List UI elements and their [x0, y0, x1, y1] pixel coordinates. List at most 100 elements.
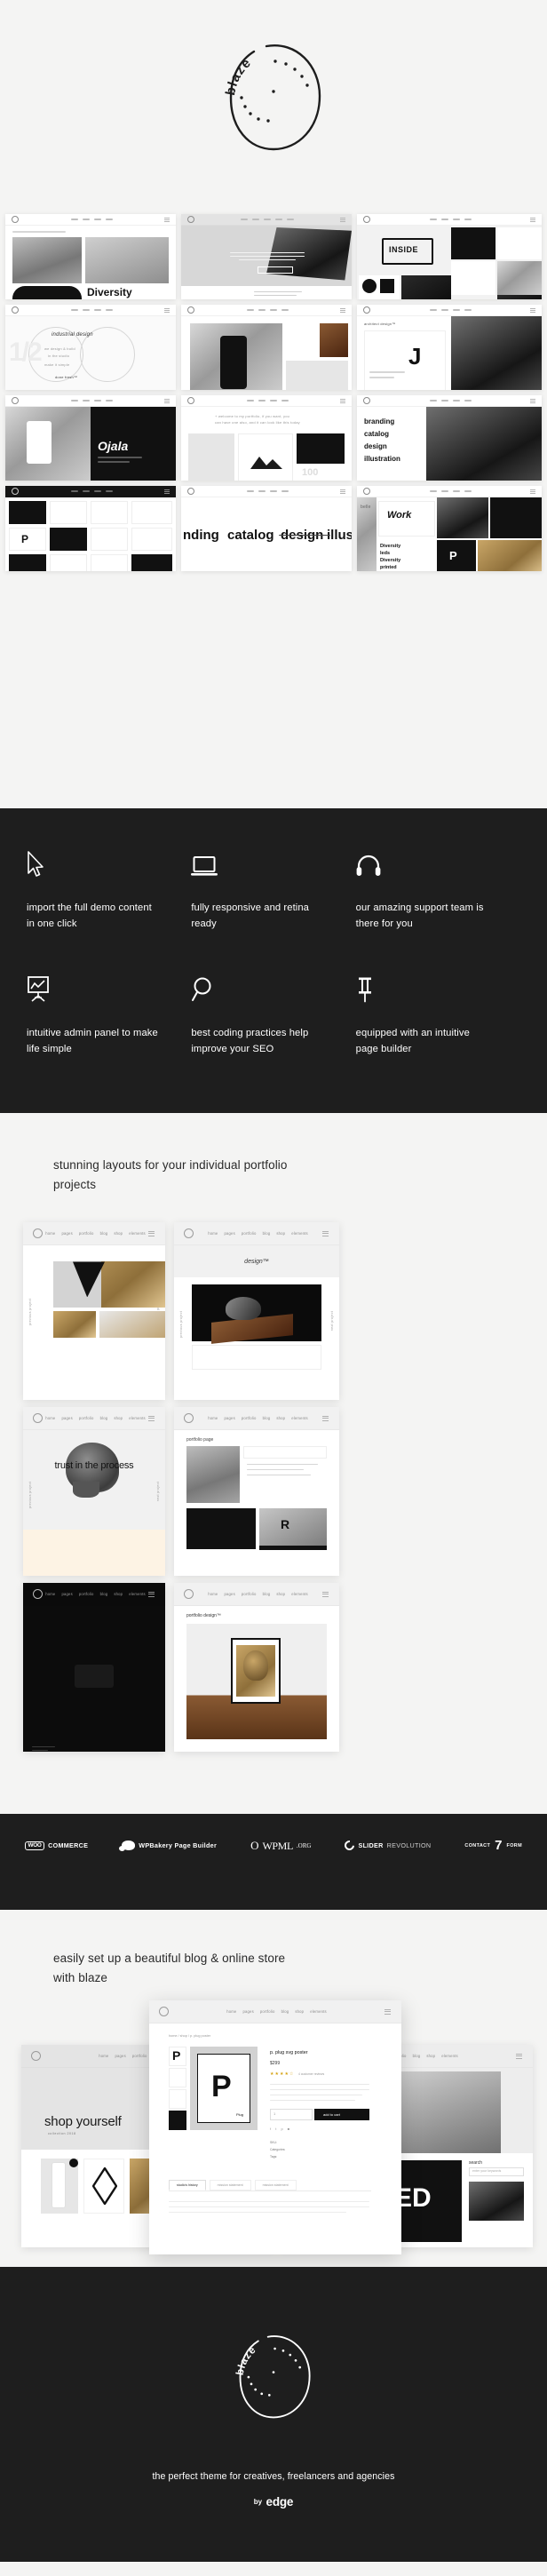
showcase-thumb[interactable]: Ojala: [5, 395, 176, 481]
frame-nav[interactable]: homepagesportfolioblogshopelements: [226, 2009, 327, 2014]
frame-nav[interactable]: homepagesportfolioblogshopelements: [208, 1416, 308, 1420]
shop-heading-section: easily set up a beautiful blog & online …: [0, 1910, 547, 2001]
tab-mission-statement-1[interactable]: mission statement: [209, 2180, 251, 2191]
shop-section-title: easily set up a beautiful blog & online …: [53, 1952, 286, 1985]
frame-nav[interactable]: homepagesportfolioblogshopelements: [45, 1231, 146, 1236]
shop-mock-heading: shop yourself: [44, 2114, 122, 2130]
feature-item: fully responsive and retina ready: [191, 847, 355, 932]
slider-revolution-label: SLIDER: [358, 1841, 384, 1850]
showcase-thumb[interactable]: Diversity: [5, 214, 176, 299]
side-label-next[interactable]: next project: [156, 1482, 160, 1501]
feature-text: intuitive admin panel to make life simpl…: [27, 1028, 158, 1055]
product-rating-stars: ★★★★☆: [270, 2071, 295, 2078]
tab-mission-statement-2[interactable]: mission statement: [254, 2180, 297, 2191]
slider-revolution-logo: SLIDER REVOLUTION: [343, 1839, 431, 1853]
showcase-thumb[interactable]: + welcome to my portfolio, if you want, …: [181, 395, 352, 481]
footer-author: by edge: [0, 2494, 547, 2510]
footer-tagline: the perfect theme for creatives, freelan…: [152, 2471, 395, 2483]
woocommerce-logo: WOO COMMERCE: [25, 1841, 89, 1851]
shop-mocks-section: homepagesportfolioblogshopelements shop …: [0, 2000, 547, 2268]
showcase-thumb[interactable]: industrial design we design & build in t…: [5, 305, 176, 390]
cf7-number: 7: [495, 1838, 503, 1854]
product-breadcrumb[interactable]: home / shop / p. plug poster: [169, 2034, 210, 2038]
laptop-icon: [191, 847, 334, 878]
side-label-next[interactable]: next project: [330, 1311, 334, 1331]
wpml-org-label: .ORG: [296, 1841, 312, 1849]
menu-icon[interactable]: [164, 217, 170, 222]
plugin-logos-section: WOO COMMERCE WPBakery Page Builder Ο WPM…: [0, 1814, 547, 1911]
ring-logo-icon: [12, 216, 19, 223]
footer-section: blaze the perfect theme for creatives, f…: [0, 2267, 547, 2563]
feature-text: import the full demo content in one clic…: [27, 902, 152, 929]
slider-revolution-mark-icon: [343, 1839, 357, 1853]
wpml-mark-icon: Ο: [250, 1839, 259, 1853]
cf7-label-right: FORM: [506, 1842, 522, 1849]
side-label-prev[interactable]: previous project: [179, 1311, 183, 1338]
product-categories: Categories:: [270, 2148, 286, 2152]
portfolio-section-title: stunning layouts for your individual por…: [53, 1157, 288, 1191]
showcase-thumb[interactable]: belle Work Diversity leds Diversity prin…: [357, 486, 542, 571]
frame-nav[interactable]: homepagesportfolioblogshopelements: [45, 1416, 146, 1420]
side-label-prev[interactable]: previous project: [28, 1482, 32, 1508]
product-tabs[interactable]: studio's history mission statement missi…: [169, 2180, 297, 2191]
features-grid: import the full demo content in one clic…: [27, 847, 520, 1058]
showcase-grid-section: Diversity INSIDE industrial design we de…: [0, 209, 547, 808]
showcase-thumb[interactable]: branding catalog design illustration: [357, 395, 542, 481]
portfolio-frame[interactable]: home pages portfolio blog shop elements previ…: [23, 1407, 165, 1577]
feature-item: import the full demo content in one clic…: [27, 847, 191, 932]
menu-icon[interactable]: [147, 1230, 155, 1236]
frame-nav[interactable]: homepagesportfolioblogshopelements: [208, 1231, 308, 1236]
product-qty-input[interactable]: 1: [274, 2111, 275, 2116]
frame-nav[interactable]: homepagesportfolioblogshopelements: [45, 1592, 146, 1596]
nav-dots: [70, 219, 113, 220]
portfolio-frame[interactable]: home pages portfolio blog shop elements desig…: [174, 1222, 339, 1401]
showcase-thumb[interactable]: architect design™ J: [357, 305, 542, 390]
magnifier-icon: [191, 973, 334, 1003]
plugin-logos-row: WOO COMMERCE WPBakery Page Builder Ο WPM…: [25, 1838, 522, 1854]
side-label-prev[interactable]: previous project: [28, 1299, 32, 1325]
feature-text: our amazing support team is there for yo…: [355, 902, 484, 929]
pushpin-icon: [356, 973, 499, 1003]
portfolio-frame[interactable]: home pages portfolio blog shop elements portf…: [174, 1583, 339, 1753]
add-to-cart-button[interactable]: add to cart: [323, 2112, 340, 2117]
wpml-logo: Ο WPML .ORG: [250, 1840, 311, 1851]
woocommerce-label: COMMERCE: [48, 1841, 89, 1850]
shop-mock-sub: collection 2018: [48, 2132, 76, 2136]
feature-text: best coding practices help improve your …: [191, 1028, 309, 1055]
footer-blaze-logo: blaze: [225, 2320, 322, 2431]
showcase-thumb[interactable]: nding catalog design illustra: [181, 486, 352, 571]
hero-section: blaze: [0, 0, 547, 209]
portfolio-frame[interactable]: home pages portfolio blog shop elements: [23, 1583, 165, 1753]
svg-text:blaze: blaze: [234, 2344, 258, 2376]
feature-item: our amazing support team is there for yo…: [356, 847, 520, 932]
frame-heading: trust in the process: [54, 1460, 134, 1472]
showcase-thumb[interactable]: P: [5, 486, 176, 571]
blaze-logo: blaze: [211, 25, 336, 167]
wpbakery-logo: WPBakery Page Builder: [119, 1841, 217, 1852]
showcase-thumb[interactable]: [181, 305, 352, 390]
portfolio-heading-section: stunning layouts for your individual por…: [0, 1112, 547, 1211]
shop-mock-product[interactable]: home pages portfolio blog shop elements home …: [149, 2000, 401, 2255]
portfolio-frame[interactable]: home pages portfolio blog shop elements previ…: [23, 1222, 165, 1401]
portfolio-frame[interactable]: home pages portfolio blog shop elements portf…: [174, 1407, 339, 1577]
frame-heading: portfolio design™: [186, 1613, 221, 1619]
product-rating-count[interactable]: 4 customer reviews: [298, 2072, 324, 2076]
frame-nav[interactable]: homepagesportfolioblogshopelements: [208, 1592, 308, 1596]
cf7-label-left: CONTACT: [464, 1842, 491, 1849]
presentation-chart-icon: [27, 973, 170, 1003]
tab-studio-history[interactable]: studio's history: [169, 2180, 206, 2191]
product-share-icons[interactable]: f t p ■: [270, 2127, 291, 2131]
ring-logo-icon: [33, 1228, 43, 1239]
frame-heading: portfolio page: [186, 1437, 214, 1443]
footer-by-prefix: by: [253, 2498, 263, 2507]
feature-text: fully responsive and retina ready: [191, 902, 310, 929]
showcase-thumb[interactable]: INSIDE: [357, 214, 542, 299]
shop-sidebar-search-input[interactable]: enter your keywords: [472, 2169, 501, 2173]
shop-sidebar-search-label: search: [469, 2160, 483, 2167]
woocommerce-mark: WOO: [25, 1841, 45, 1851]
feature-item: equipped with an intuitive page builder: [356, 973, 520, 1057]
frame-heading: design™: [244, 1258, 269, 1265]
features-section: import the full demo content in one clic…: [0, 808, 547, 1113]
showcase-thumb[interactable]: [181, 214, 352, 299]
feature-item: best coding practices help improve your …: [191, 973, 355, 1057]
